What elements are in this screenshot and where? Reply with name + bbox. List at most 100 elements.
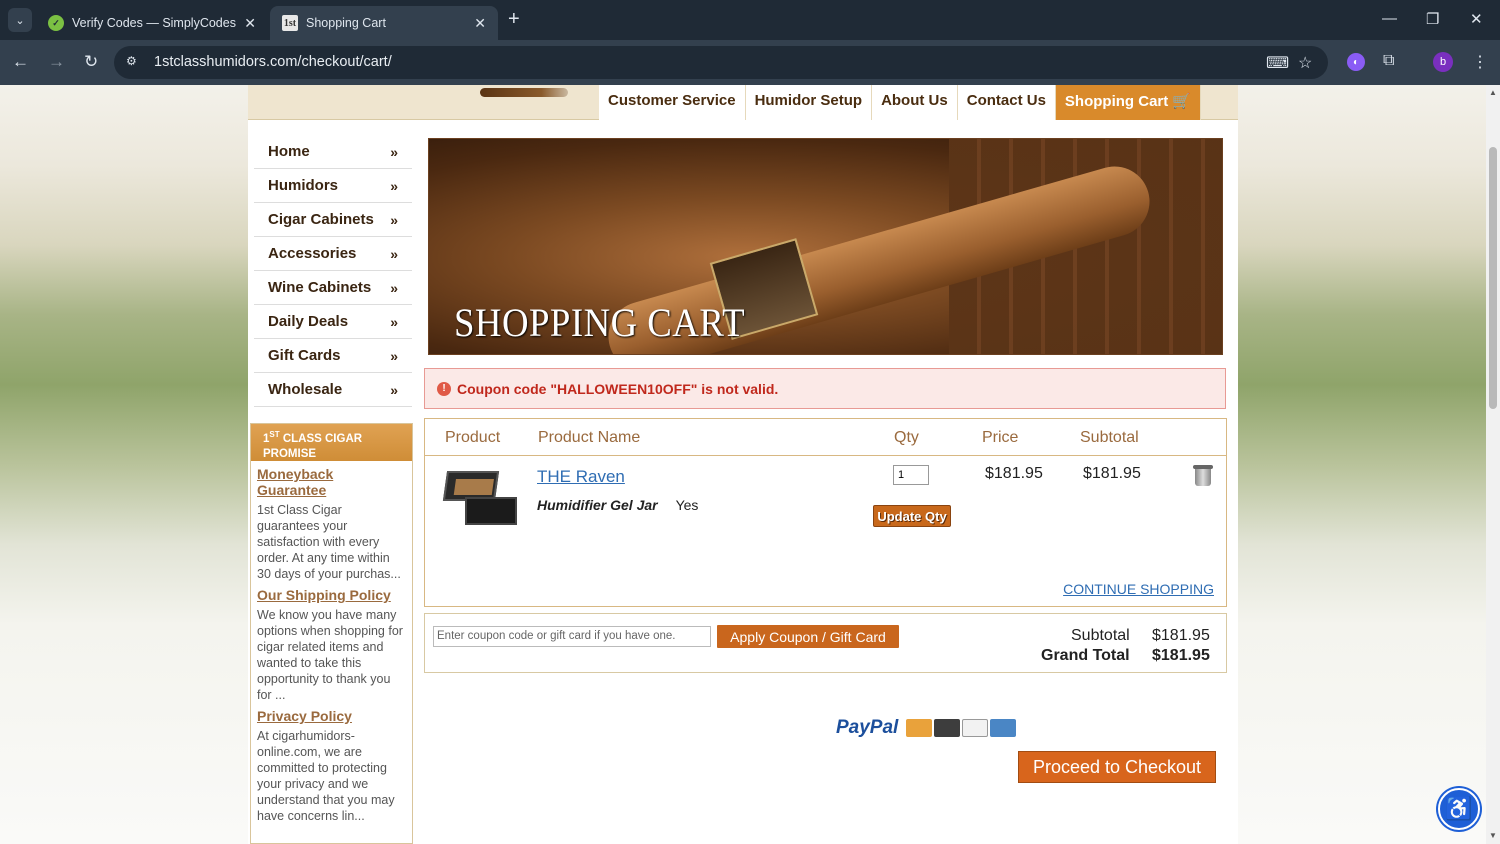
cart-totals: Enter coupon code or gift card if you ha…	[424, 613, 1227, 673]
close-window-icon[interactable]: ✕	[1470, 10, 1483, 28]
sidebar-item-home[interactable]: Home »	[254, 135, 412, 169]
promise-panel: 1ST CLASS CIGAR PROMISE Moneyback Guaran…	[250, 423, 413, 844]
discover-card-icon	[934, 719, 961, 737]
subtotal-value: $181.95	[1152, 627, 1210, 644]
coupon-input[interactable]: Enter coupon code or gift card if you ha…	[433, 626, 711, 647]
sidebar-nav: Home » Humidors » Cigar Cabinets » Accessor…	[254, 135, 412, 407]
site-info-icon[interactable]: ⚙	[126, 54, 142, 70]
col-subtotal: Subtotal	[1080, 429, 1139, 446]
forward-icon[interactable]: →	[48, 52, 65, 72]
product-name-link[interactable]: THE Raven	[537, 467, 625, 487]
sidebar-item-label: Cigar Cabinets	[268, 211, 374, 228]
restore-icon[interactable]: ❐	[1426, 10, 1439, 28]
product-thumbnail[interactable]	[442, 471, 519, 531]
chevron-right-icon: »	[390, 347, 398, 364]
back-icon[interactable]: ←	[12, 52, 29, 72]
item-price: $181.95	[985, 465, 1043, 482]
proceed-to-checkout-button[interactable]: Proceed to Checkout	[1018, 751, 1216, 783]
error-icon: !	[437, 381, 451, 396]
continue-shopping-link[interactable]: CONTINUE SHOPPING	[1063, 581, 1214, 597]
product-option: Humidifier Gel Jar Yes	[537, 497, 698, 513]
chevron-right-icon: »	[390, 313, 398, 330]
cart-icon: 🛒	[1172, 93, 1192, 110]
sidebar-item-label: Humidors	[268, 177, 339, 194]
error-text: Coupon code "HALLOWEEN10OFF" is not vali…	[457, 380, 779, 397]
tab-simplycodes[interactable]: ✓ Verify Codes — SimplyCodes ✕	[36, 6, 268, 40]
option-label: Humidifier Gel Jar	[537, 497, 658, 513]
scroll-down-icon[interactable]: ▼	[1489, 831, 1497, 840]
menu-kebab-icon[interactable]: ⋮	[1472, 52, 1488, 72]
extensions-puzzle-icon[interactable]: ⧉	[1383, 52, 1394, 70]
top-navigation: Customer Service Humidor Setup About Us …	[599, 85, 1202, 120]
profile-avatar[interactable]: b	[1433, 52, 1453, 72]
shipping-text: We know you have many options when shopp…	[257, 608, 403, 702]
new-tab-button[interactable]: +	[508, 8, 520, 31]
url-text[interactable]: 1stclasshumidors.com/checkout/cart/	[154, 54, 392, 70]
nav-about-us[interactable]: About Us	[872, 85, 958, 120]
sidebar-item-cigar-cabinets[interactable]: Cigar Cabinets »	[254, 203, 412, 237]
minimize-icon[interactable]: —	[1382, 10, 1397, 27]
moneyback-text: 1st Class Cigar guarantees your satisfac…	[257, 503, 401, 581]
close-tab-icon[interactable]: ✕	[474, 15, 486, 32]
col-price: Price	[982, 429, 1019, 446]
scroll-up-icon[interactable]: ▲	[1489, 88, 1497, 97]
moneyback-guarantee-link[interactable]: Moneyback Guarantee	[257, 466, 406, 498]
scrollbar-thumb[interactable]	[1489, 147, 1497, 409]
reload-icon[interactable]: ↻	[84, 52, 98, 72]
close-tab-icon[interactable]: ✕	[244, 15, 256, 32]
apply-coupon-button[interactable]: Apply Coupon / Gift Card	[717, 625, 899, 648]
privacy-policy-link[interactable]: Privacy Policy	[257, 708, 406, 724]
sidebar-item-label: Home	[268, 143, 310, 160]
browser-tab-bar: ⌄ ✓ Verify Codes — SimplyCodes ✕ 1st Sho…	[0, 0, 1500, 40]
page-scrollbar[interactable]: ▲ ▼	[1486, 85, 1500, 844]
sidebar-item-daily-deals[interactable]: Daily Deals »	[254, 305, 412, 339]
grand-total-label: Grand Total	[1041, 647, 1130, 664]
chevron-right-icon: »	[390, 381, 398, 398]
col-product: Product	[445, 429, 501, 446]
error-message: ! Coupon code "HALLOWEEN10OFF" is not va…	[424, 368, 1226, 409]
chevron-right-icon: »	[390, 177, 398, 194]
cigar-logo-icon	[480, 88, 568, 97]
sidebar-item-gift-cards[interactable]: Gift Cards »	[254, 339, 412, 373]
promise-heading: 1ST CLASS CIGAR PROMISE	[251, 424, 412, 461]
sidebar-item-accessories[interactable]: Accessories »	[254, 237, 412, 271]
update-qty-button[interactable]: Update Qty	[873, 505, 951, 527]
chevron-right-icon: »	[390, 211, 398, 228]
nav-customer-service[interactable]: Customer Service	[599, 85, 746, 120]
shopping-cart-banner: SHOPPING CART	[428, 138, 1223, 355]
tab-list-button[interactable]: ⌄	[8, 8, 32, 32]
sidebar-item-wine-cabinets[interactable]: Wine Cabinets »	[254, 271, 412, 305]
shipping-policy-link[interactable]: Our Shipping Policy	[257, 587, 406, 603]
nav-humidor-setup[interactable]: Humidor Setup	[745, 85, 873, 120]
item-subtotal: $181.95	[1083, 465, 1141, 482]
simplycodes-favicon-icon: ✓	[48, 15, 64, 31]
chevron-right-icon: »	[390, 245, 398, 262]
mastercard-icon	[906, 719, 933, 737]
sidebar-item-label: Wholesale	[268, 381, 343, 398]
site-header: Customer Service Humidor Setup About Us …	[248, 85, 1238, 120]
accessibility-icon[interactable]: ♿	[1438, 788, 1480, 830]
chevron-right-icon: »	[390, 143, 398, 160]
privacy-text: At cigarhumidors-online.com, we are comm…	[257, 729, 395, 823]
omnibox[interactable]: ⚙ 1stclasshumidors.com/checkout/cart/ ⌨ …	[114, 46, 1328, 79]
paypal-logo: PayPal	[836, 717, 899, 738]
tab-shopping-cart[interactable]: 1st Shopping Cart ✕	[270, 6, 498, 40]
nav-shopping-cart[interactable]: Shopping Cart 🛒	[1055, 85, 1202, 120]
visa-card-icon	[962, 719, 989, 737]
bookmark-star-icon[interactable]: ☆	[1298, 53, 1312, 73]
site-wrapper: Customer Service Humidor Setup About Us …	[248, 85, 1238, 844]
qty-input[interactable]: 1	[893, 465, 929, 485]
page-viewport: Customer Service Humidor Setup About Us …	[0, 85, 1486, 844]
remove-item-icon[interactable]	[1191, 464, 1215, 488]
sidebar-item-wholesale[interactable]: Wholesale »	[254, 373, 412, 407]
grand-total-value: $181.95	[1152, 647, 1210, 664]
nav-contact-us[interactable]: Contact Us	[957, 85, 1056, 120]
tab-title: Shopping Cart	[306, 16, 386, 30]
sidebar-item-humidors[interactable]: Humidors »	[254, 169, 412, 203]
nav-shopping-cart-label: Shopping Cart	[1064, 93, 1169, 110]
sidebar-item-label: Wine Cabinets	[268, 279, 372, 296]
banner-title: SHOPPING CART	[454, 300, 746, 345]
sidebar-item-label: Accessories	[268, 245, 357, 262]
translate-icon[interactable]: ⌨	[1266, 53, 1289, 73]
extension-icon[interactable]: ◐	[1347, 53, 1365, 71]
